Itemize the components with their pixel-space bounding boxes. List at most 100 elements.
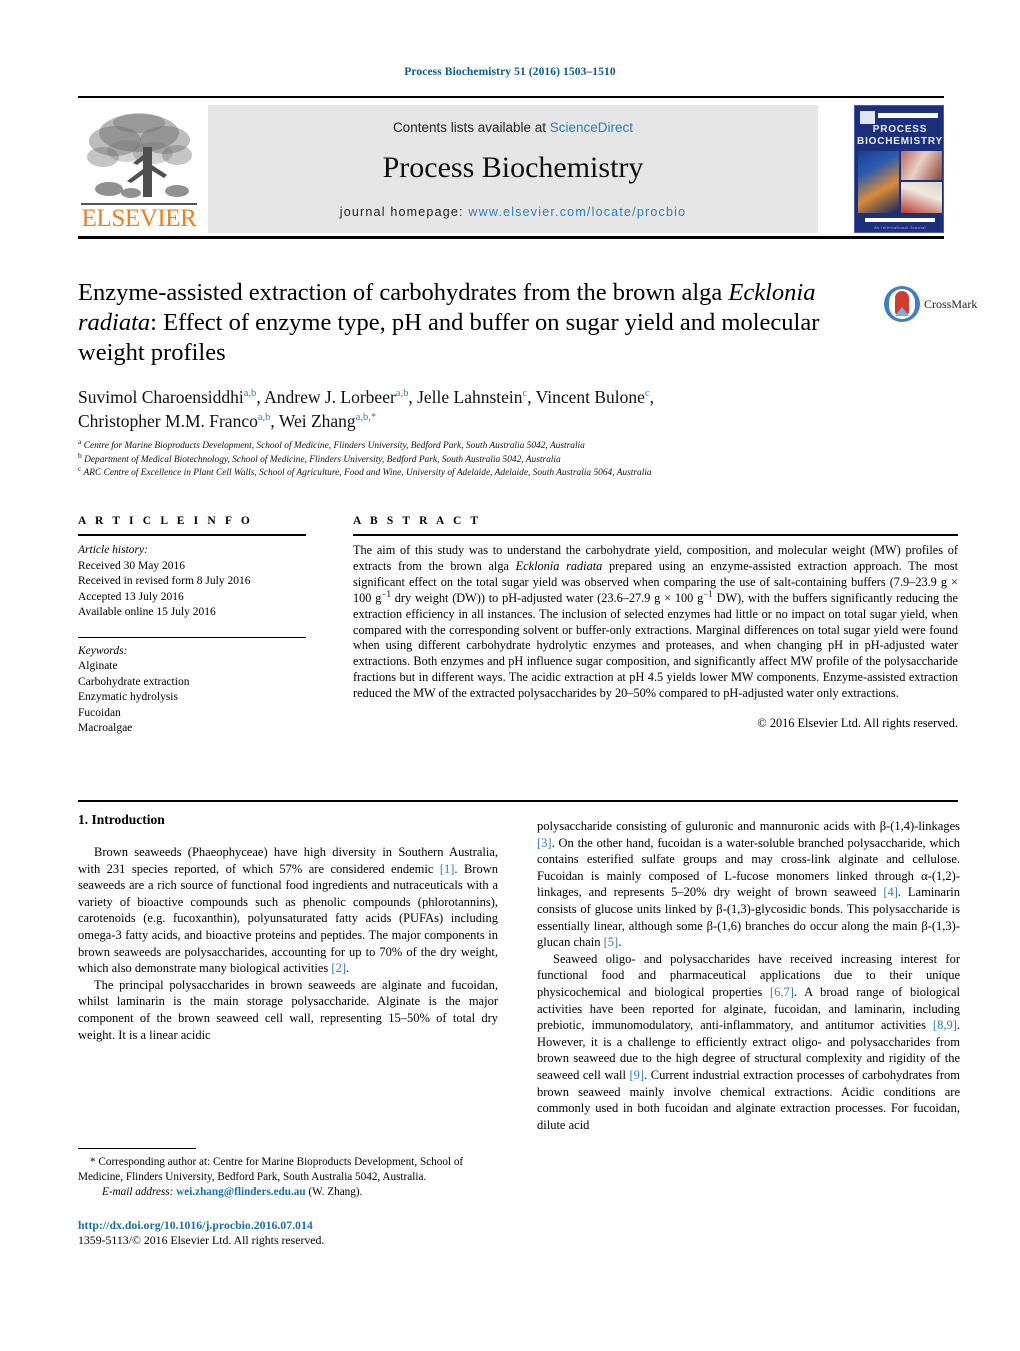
article-info-rule — [78, 534, 306, 536]
citation-ref-3[interactable]: [3] — [537, 836, 552, 850]
elsevier-logo: ELSEVIER — [78, 105, 200, 233]
keyword-item: Fucoidan — [78, 706, 121, 719]
contents-lists-line: Contents lists available at ScienceDirec… — [208, 120, 818, 135]
cover-photo-collage — [858, 151, 942, 213]
cover-photo-a — [858, 151, 899, 213]
abstract-part-4: DW), with the buffers significantly redu… — [353, 590, 959, 701]
citation-ref-4[interactable]: [4] — [883, 885, 898, 899]
affiliation-item: b Department of Medical Biotechnology, S… — [78, 451, 958, 468]
author-name: Jelle Lahnstein — [417, 387, 523, 407]
author-name: Wei Zhang — [278, 411, 356, 431]
author-name: Christopher M.M. Franco — [78, 411, 258, 431]
intro-p1-c: . — [345, 961, 350, 976]
affiliation-mark: c — [78, 464, 82, 474]
crossmark-icon-triangle — [895, 307, 909, 316]
abstract-part-3: dry weight (DW)) to pH-adjusted water (2… — [390, 590, 704, 605]
author-affil-mark: c — [522, 388, 528, 400]
journal-title: Process Biochemistry — [382, 151, 644, 184]
masthead-bottom-rule — [78, 236, 944, 239]
intro-paragraph-2: The principal polysaccharides in brown s… — [78, 977, 498, 1042]
running-head: Process Biochemistry 51 (2016) 1503–1510 — [404, 66, 616, 78]
email-link[interactable]: wei.zhang@flinders.edu.au — [176, 1186, 305, 1198]
journal-homepage-line: journal homepage: www.elsevier.com/locat… — [208, 205, 818, 219]
cover-title-line2: BIOCHEMISTRY — [857, 136, 943, 147]
intro-paragraph-1: Brown seaweeds (Phaeophyceae) have high … — [78, 844, 498, 977]
cover-title-line1: PROCESS — [872, 124, 928, 135]
paper-page: Process Biochemistry 51 (2016) 1503–1510 — [0, 0, 1020, 1351]
citation-ref-1[interactable]: [1] — [440, 862, 455, 876]
article-history-label: Article history: — [78, 544, 148, 556]
elsevier-tree-icon — [87, 113, 192, 198]
article-info-column: A R T I C L E I N F O Article history: R… — [78, 515, 306, 737]
journal-banner: Contents lists available at ScienceDirec… — [208, 105, 818, 233]
cover-photo-c — [901, 182, 942, 213]
crossmark-icon — [884, 286, 920, 322]
cover-photo-b — [901, 151, 942, 180]
history-item: Received 30 May 2016 — [78, 559, 185, 572]
keyword-item: Enzymatic hydrolysis — [78, 691, 178, 704]
affiliation-list: a Centre for Marine Bioproducts Developm… — [78, 438, 958, 481]
abstract-column: A B S T R A C T The aim of this study wa… — [353, 515, 958, 731]
keyword-item: Macroalgae — [78, 722, 133, 735]
author-affil-mark: a,b — [243, 388, 257, 400]
abstract-species: Ecklonia radiata — [515, 558, 603, 573]
author-affil-mark: c — [644, 388, 650, 400]
intro-paragraph-3: Seaweed oligo- and polysaccharides have … — [537, 951, 960, 1134]
keyword-item: Carbohydrate extraction — [78, 675, 190, 688]
abstract-sup-2: −1 — [703, 588, 713, 599]
title-line-2-rest: : Effect of enzyme type, pH and buffer o… — [150, 309, 674, 336]
footer-doi-block: http://dx.doi.org/10.1016/j.procbio.2016… — [78, 1218, 538, 1248]
affiliation-text: ARC Centre of Excellence in Plant Cell W… — [83, 468, 652, 479]
body-column-left: 1. Introduction Brown seaweeds (Phaeophy… — [78, 812, 498, 1043]
doi-link[interactable]: http://dx.doi.org/10.1016/j.procbio.2016… — [78, 1218, 538, 1233]
affiliation-item: c ARC Centre of Excellence in Plant Cell… — [78, 464, 958, 481]
citation-ref-8-9[interactable]: [8,9] — [933, 1018, 957, 1032]
affiliation-text: Centre for Marine Bioproducts Developmen… — [83, 441, 585, 451]
crossmark-badge[interactable]: CrossMark — [884, 284, 977, 328]
author-list: Suvimol Charoensiddhia,b, Andrew J. Lorb… — [78, 387, 654, 431]
citation-ref-6-7[interactable]: [6,7] — [770, 985, 794, 999]
affiliation-text: Department of Medical Biotechnology, Sch… — [84, 454, 561, 465]
footnote-rule — [78, 1148, 196, 1150]
citation-ref-2[interactable]: [2] — [331, 961, 346, 975]
email-suffix: (W. Zhang). — [305, 1185, 363, 1198]
abstract-rule — [353, 534, 958, 536]
abstract-text: The aim of this study was to understand … — [353, 543, 958, 702]
abstract-heading: A B S T R A C T — [353, 515, 482, 527]
page-title: Enzyme-assisted extraction of carbohydra… — [78, 278, 868, 368]
affiliation-mark: b — [78, 450, 82, 460]
author-affil-mark: a,b,* — [355, 412, 377, 424]
homepage-url-link[interactable]: www.elsevier.com/locate/procbio — [468, 205, 686, 219]
keywords-rule — [78, 636, 306, 638]
cover-top-bar — [878, 113, 938, 118]
citation-ref-5[interactable]: [5] — [604, 935, 619, 949]
intro-paragraph-2-continued: polysaccharide consisting of guluronic a… — [537, 818, 960, 951]
issn-copyright: 1359-5113/© 2016 Elsevier Ltd. All right… — [78, 1233, 325, 1247]
intro-r1-a: polysaccharide consisting of guluronic a… — [537, 819, 960, 833]
elsevier-wordmark: ELSEVIER — [81, 205, 197, 232]
author-name: Vincent Bulone — [535, 387, 645, 407]
crossmark-label: CrossMark — [924, 297, 978, 311]
title-line-1: Enzyme-assisted extraction of carbohydra… — [78, 279, 723, 306]
intro-p1-a: Brown seaweeds (Phaeophyceae) have high … — [78, 845, 498, 876]
citation-ref-9[interactable]: [9] — [630, 1068, 645, 1082]
history-item: Received in revised form 8 July 2016 — [78, 575, 251, 587]
cover-bottom-bar — [865, 218, 935, 222]
keyword-item: Alginate — [78, 660, 118, 673]
article-info-heading: A R T I C L E I N F O — [78, 515, 253, 527]
abstract-sup-1: −1 — [381, 588, 391, 599]
body-column-right: polysaccharide consisting of guluronic a… — [537, 818, 960, 1133]
affiliation-item: a Centre for Marine Bioproducts Developm… — [78, 438, 958, 454]
cover-publisher-badge — [860, 111, 875, 124]
info-abstract-block: A R T I C L E I N F O Article history: R… — [78, 515, 958, 805]
intro-p1-b: . Brown seaweeds are a rich source of fu… — [78, 861, 498, 976]
history-item: Available online 15 July 2016 — [78, 606, 216, 618]
cover-footer-text: An International Journal — [874, 225, 926, 230]
sciencedirect-link[interactable]: ScienceDirect — [550, 120, 633, 135]
intro-r1-d: . — [618, 935, 622, 950]
footnote-email-line: E-mail address: wei.zhang@flinders.edu.a… — [78, 1185, 498, 1200]
title-block: Enzyme-assisted extraction of carbohydra… — [78, 278, 868, 368]
history-item: Accepted 13 July 2016 — [78, 590, 184, 603]
journal-cover-thumbnail: PROCESS BIOCHEMISTRY An International Jo… — [854, 105, 944, 233]
author-name: Andrew J. Lorbeer — [264, 387, 396, 407]
